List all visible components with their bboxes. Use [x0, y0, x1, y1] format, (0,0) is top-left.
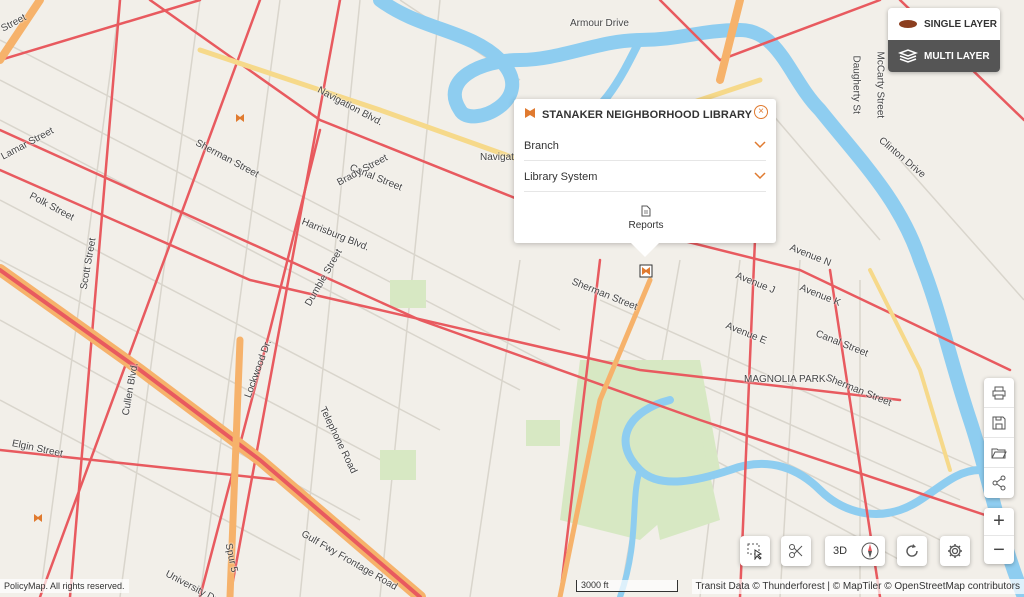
scale-bar: 3000 ft — [576, 580, 678, 592]
zoom-in-button[interactable]: + — [984, 508, 1014, 536]
chevron-down-icon — [754, 140, 766, 152]
branch-label: Branch — [524, 139, 559, 152]
share-button[interactable] — [984, 468, 1014, 498]
select-area-icon — [747, 543, 763, 560]
multi-layer-icon — [897, 49, 919, 63]
multi-layer-label: MULTI LAYER — [924, 50, 990, 62]
close-icon[interactable]: × — [754, 105, 768, 119]
library-system-label: Library System — [524, 170, 598, 183]
copyright-text: PolicyMap. All rights reserved. — [0, 579, 129, 593]
gear-icon — [948, 544, 962, 558]
view-controls: 3D — [825, 536, 885, 566]
share-icon — [992, 475, 1006, 491]
scissors-icon — [789, 544, 803, 558]
settings-button[interactable] — [940, 536, 970, 566]
zoom-controls: + − — [984, 508, 1014, 564]
single-layer-label: SINGLE LAYER — [924, 18, 997, 30]
open-button[interactable] — [984, 438, 1014, 468]
street-label: Daugherty St — [850, 55, 862, 114]
map-tools — [984, 378, 1014, 498]
rotate-icon — [906, 544, 918, 557]
single-layer-button[interactable]: SINGLE LAYER — [888, 8, 1000, 40]
popup-title: STANAKER NEIGHBORHOOD LIBRARY — [524, 107, 752, 122]
compass-button[interactable] — [855, 536, 885, 566]
single-layer-icon — [898, 17, 918, 31]
3d-button[interactable]: 3D — [825, 536, 855, 566]
street-label: Armour Drive — [570, 18, 629, 29]
reports-button[interactable]: Reports — [622, 205, 670, 231]
map-canvas[interactable] — [0, 0, 1024, 597]
document-icon — [622, 205, 670, 220]
save-icon — [992, 416, 1006, 429]
zoom-out-button[interactable]: − — [984, 536, 1014, 564]
map-attribution[interactable]: Transit Data © Thunderforest | © MapTile… — [691, 579, 1024, 594]
library-icon — [524, 107, 536, 122]
reset-rotation-button[interactable] — [897, 536, 927, 566]
save-button[interactable] — [984, 408, 1014, 438]
street-label: MAGNOLIA PARK — [744, 374, 826, 385]
library-popup: STANAKER NEIGHBORHOOD LIBRARY × Branch L… — [514, 99, 776, 257]
library-marker-icon[interactable] — [639, 264, 653, 278]
select-area-button[interactable] — [740, 536, 770, 566]
branch-row[interactable]: Branch — [524, 131, 766, 161]
print-icon — [992, 386, 1006, 399]
print-button[interactable] — [984, 378, 1014, 408]
street-label: McCarty Street — [874, 51, 886, 119]
cut-button[interactable] — [781, 536, 811, 566]
layer-switcher: SINGLE LAYER MULTI LAYER — [888, 8, 1000, 72]
library-system-row[interactable]: Library System — [524, 162, 766, 192]
street-label: Navigat — [480, 152, 514, 163]
folder-icon — [991, 448, 1007, 458]
multi-layer-button[interactable]: MULTI LAYER — [888, 40, 1000, 72]
popup-title-text: STANAKER NEIGHBORHOOD LIBRARY — [542, 108, 753, 121]
reports-label: Reports — [628, 220, 664, 231]
compass-icon — [861, 542, 879, 560]
chevron-down-icon — [754, 171, 766, 183]
